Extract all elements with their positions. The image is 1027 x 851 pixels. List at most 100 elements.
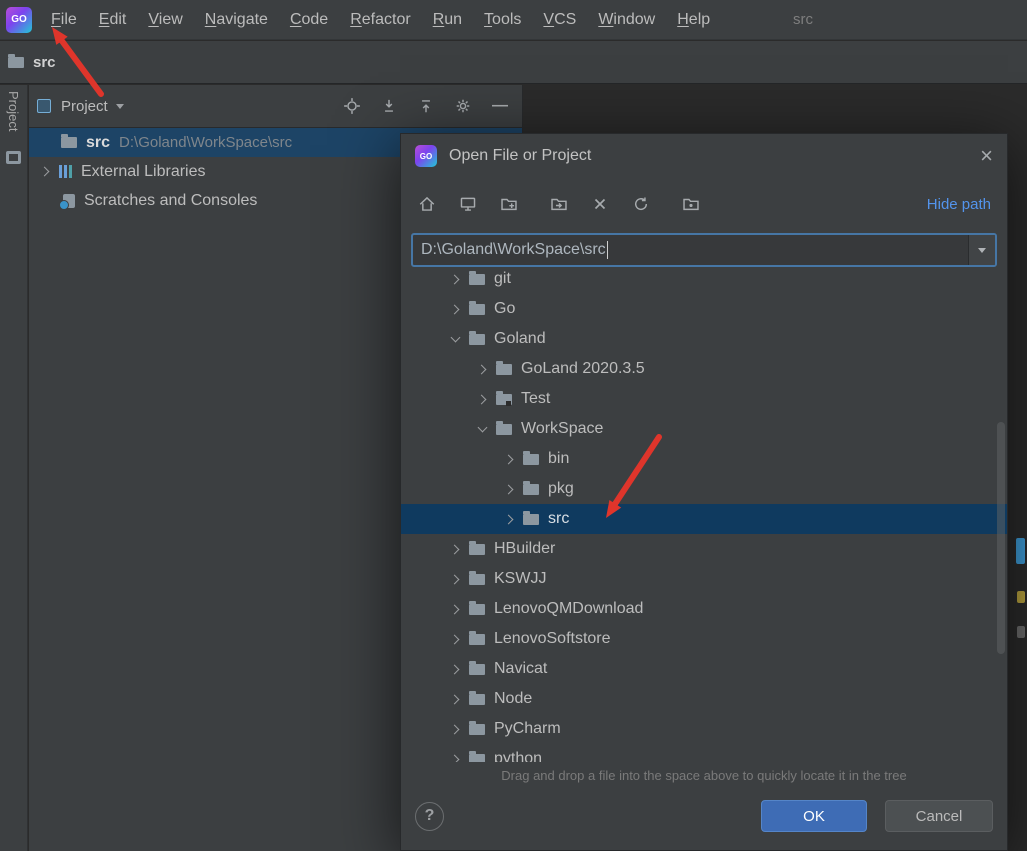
menu-window[interactable]: Window [587,7,666,33]
tree-item-label: pkg [548,480,574,497]
project-panel-header: Project — [29,85,522,128]
chevron-down-icon[interactable] [447,331,463,347]
chevron-right-icon[interactable] [474,361,490,377]
menu-help[interactable]: Help [666,7,721,33]
chevron-down-icon[interactable] [115,103,124,109]
menu-run[interactable]: Run [422,7,473,33]
collapse-all-icon[interactable] [416,96,436,116]
chevron-right-icon[interactable] [37,164,53,180]
tool-window-icon[interactable] [6,151,21,165]
folder-icon [496,420,512,435]
tree-item-src-selected[interactable]: src [401,504,1007,534]
tree-item-workspace[interactable]: WorkSpace [401,414,1007,444]
tree-item-lenovoqmdownload[interactable]: LenovoQMDownload [401,594,1007,624]
chevron-right-icon[interactable] [447,691,463,707]
menu-edit[interactable]: Edit [88,7,138,33]
dialog-buttons-row: ? OK Cancel [401,788,1007,850]
tree-item-go[interactable]: Go [401,294,1007,324]
new-folder-icon[interactable] [499,194,519,214]
tree-item-goland-2020-3-5[interactable]: GoLand 2020.3.5 [401,354,1007,384]
folder-icon [469,270,485,285]
chevron-right-icon[interactable] [474,391,490,407]
ok-button[interactable]: OK [761,800,867,832]
help-button[interactable]: ? [415,801,444,831]
file-tree: git Go Goland GoLand 2020.3.5 Test WorkS… [401,270,1007,762]
chevron-right-icon[interactable] [447,661,463,677]
close-icon[interactable]: × [980,145,993,167]
chevron-right-icon[interactable] [447,301,463,317]
excluded-folder-icon [496,390,512,406]
project-panel-toolbar: — [342,96,510,116]
hide-panel-icon[interactable]: — [490,96,510,116]
tree-item-python[interactable]: python [401,744,1007,762]
folder-icon [469,330,485,345]
menu-vcs[interactable]: VCS [532,7,587,33]
chevron-right-icon[interactable] [447,751,463,762]
goland-logo-icon: GO [415,145,437,167]
tree-item-pkg[interactable]: pkg [401,474,1007,504]
path-combobox: D:\Goland\WorkSpace\src [411,233,997,267]
expand-all-icon[interactable] [379,96,399,116]
folder-icon [469,570,485,585]
tree-item-label: python [494,750,543,762]
menu-view[interactable]: View [137,7,193,33]
tree-item-goland[interactable]: Goland [401,324,1007,354]
chevron-right-icon[interactable] [447,721,463,737]
folder-icon [61,134,77,148]
path-input[interactable]: D:\Goland\WorkSpace\src [413,235,968,265]
tree-item-label: WorkSpace [521,420,604,437]
tree-item-bin[interactable]: bin [401,444,1007,474]
menu-file[interactable]: File [40,7,88,33]
chevron-right-icon[interactable] [447,571,463,587]
chevron-right-icon[interactable] [447,631,463,647]
tree-scrollbar-thumb[interactable] [997,422,1005,654]
folder-icon [469,720,485,735]
menu-navigate[interactable]: Navigate [194,7,279,33]
logo-text: GO [419,151,433,161]
tool-window-tab-project[interactable]: Project [6,91,21,135]
project-view-selector[interactable]: Project [61,98,108,115]
folder-icon [8,53,24,68]
settings-gear-icon[interactable] [453,96,473,116]
project-view-icon [37,99,51,113]
refresh-icon[interactable] [631,194,651,214]
tree-item-label: bin [548,450,570,467]
chevron-right-icon[interactable] [501,481,517,497]
tree-item-label: Test [521,390,551,407]
chevron-right-icon[interactable] [447,601,463,617]
cancel-button[interactable]: Cancel [885,800,993,832]
chevron-down-icon[interactable] [474,421,490,437]
breadcrumb[interactable]: src [33,54,56,71]
tree-item-hbuilder[interactable]: HBuilder [401,534,1007,564]
chevron-right-icon[interactable] [447,541,463,557]
duplicate-folder-icon[interactable] [549,194,569,214]
folder-icon [523,480,539,495]
file-tree-rows: git Go Goland GoLand 2020.3.5 Test WorkS… [401,270,1007,762]
locate-icon[interactable] [342,96,362,116]
tree-item-pycharm[interactable]: PyCharm [401,714,1007,744]
show-hidden-files-icon[interactable] [681,194,701,214]
tree-item-node[interactable]: Node [401,684,1007,714]
home-icon[interactable] [417,194,437,214]
tree-item-lenovosoftstore[interactable]: LenovoSoftstore [401,624,1007,654]
chevron-right-icon[interactable] [501,451,517,467]
desktop-icon[interactable] [458,194,478,214]
dialog-title-bar: GO Open File or Project × [401,134,1007,178]
text-caret [606,241,608,259]
scratches-icon [59,193,75,210]
path-value: D:\Goland\WorkSpace\src [421,241,606,258]
tree-item-label: KSWJJ [494,570,547,587]
tree-item-kswjj[interactable]: KSWJJ [401,564,1007,594]
delete-icon[interactable] [590,194,610,214]
menu-tools[interactable]: Tools [473,7,532,33]
menu-refactor[interactable]: Refactor [339,7,421,33]
tree-item-navicat[interactable]: Navicat [401,654,1007,684]
chevron-right-icon[interactable] [501,511,517,527]
combobox-dropdown-button[interactable] [968,235,995,265]
menu-code[interactable]: Code [279,7,339,33]
hide-path-link[interactable]: Hide path [927,196,991,213]
tree-item-test[interactable]: Test [401,384,1007,414]
chevron-right-icon[interactable] [447,271,463,287]
open-file-dialog: GO Open File or Project × Hide path D:\G… [400,133,1008,851]
tree-item-git[interactable]: git [401,270,1007,294]
